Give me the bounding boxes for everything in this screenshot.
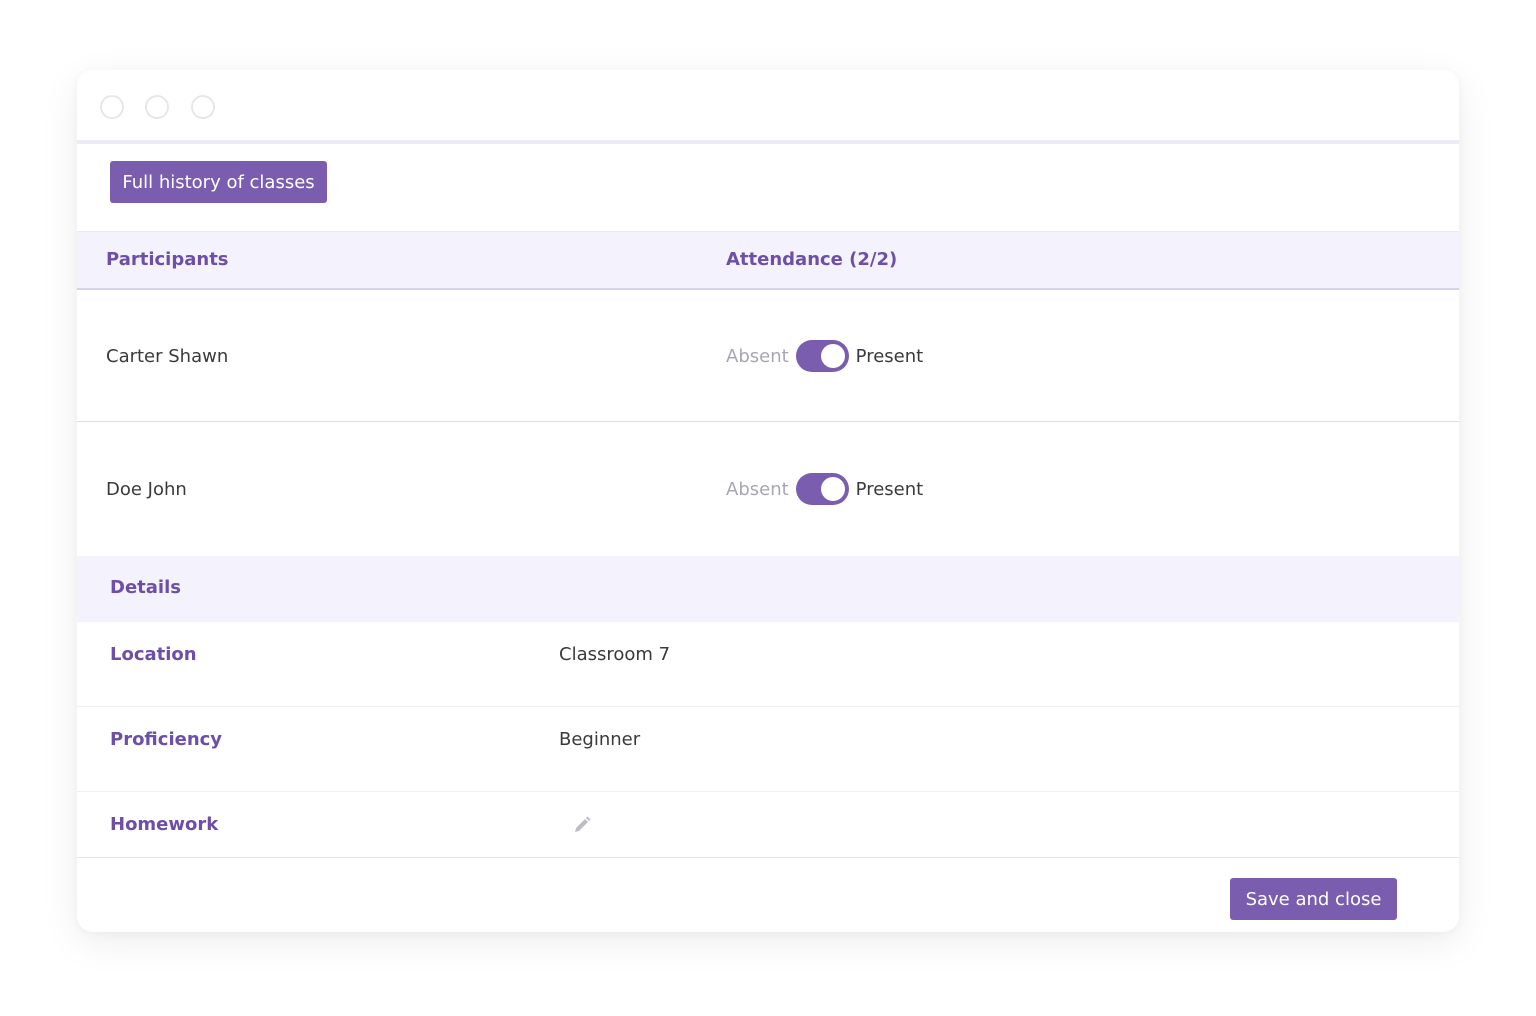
save-and-close-button[interactable]: Save and close [1230,878,1397,920]
absent-label: Absent [726,478,789,500]
attendance-switch-group: Absent Present [726,473,923,505]
proficiency-label: Proficiency [110,729,223,750]
participants-table-header: Participants Attendance (2/2) [77,231,1459,290]
window-titlebar [77,70,1459,144]
proficiency-value: Beginner [559,729,641,750]
class-attendance-window: Full history of classes Participants Att… [77,70,1459,932]
present-label: Present [855,345,924,367]
present-label: Present [855,478,924,500]
toggle-knob [820,344,845,368]
participant-row: Carter Shawn Absent Present [77,290,1459,422]
details-title: Details [110,577,181,598]
attendance-toggle[interactable] [795,340,849,372]
location-label: Location [110,644,197,665]
detail-row-proficiency: Proficiency Beginner [77,707,1459,792]
attendance-toggle[interactable] [795,473,849,505]
participant-row: Doe John Absent Present [77,423,1459,555]
participants-column-header: Participants [106,249,229,270]
location-value: Classroom 7 [559,644,671,665]
pencil-icon[interactable] [571,814,593,836]
window-control-dot[interactable] [191,95,215,119]
detail-row-location: Location Classroom 7 [77,622,1459,707]
absent-label: Absent [726,345,789,367]
toggle-knob [820,477,845,501]
participant-name: Carter Shawn [106,346,229,367]
full-history-button[interactable]: Full history of classes [110,161,327,203]
participant-name: Doe John [106,479,187,500]
homework-label: Homework [110,814,219,835]
details-section-header: Details [77,556,1459,622]
detail-row-homework: Homework [77,792,1459,858]
attendance-switch-group: Absent Present [726,340,923,372]
attendance-column-header: Attendance (2/2) [726,249,898,270]
window-control-dot[interactable] [145,95,169,119]
window-control-dot[interactable] [100,95,124,119]
